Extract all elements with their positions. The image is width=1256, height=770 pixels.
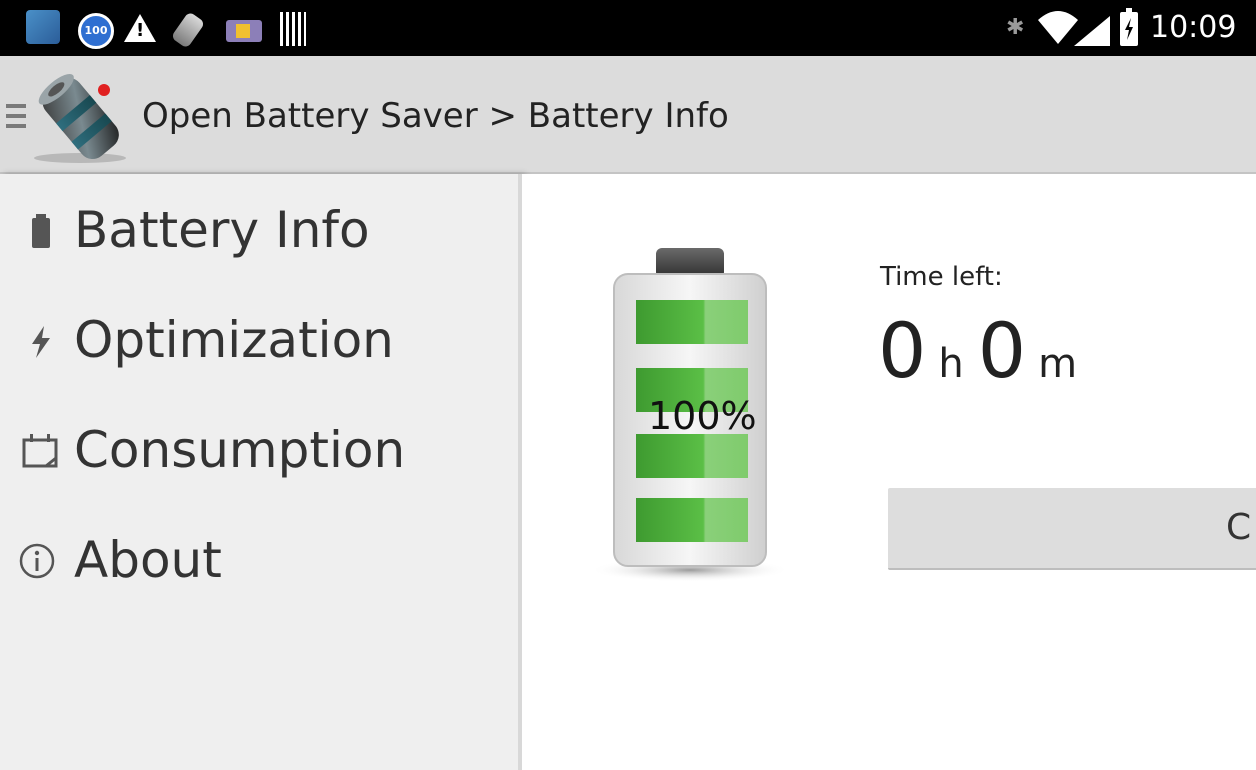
nav-item-label: Consumption (74, 421, 406, 479)
nav-item-label: Battery Info (74, 201, 370, 259)
minutes-value: 0 (977, 306, 1027, 395)
drawer-indicator-icon[interactable] (6, 104, 26, 130)
badge-100-icon: 100 (78, 13, 114, 49)
nav-item-label: Optimization (74, 311, 394, 369)
info-icon (19, 543, 55, 579)
action-button-label: C (1226, 507, 1252, 548)
status-bar: 100 ✱ 10:09 (0, 0, 1256, 56)
nav-item-optimization[interactable]: Optimization (18, 294, 498, 384)
page-title: Open Battery Saver > Battery Info (142, 96, 729, 136)
action-button[interactable]: C (888, 488, 1256, 570)
battery-icon (32, 214, 50, 248)
battery-charging-icon (1120, 8, 1138, 46)
battery-info-panel: 100% Time left: 0h0m C (522, 174, 1256, 770)
photos-icon (26, 10, 60, 44)
time-left-label: Time left: (880, 262, 1003, 292)
battery-tilted-icon (170, 11, 206, 49)
clock: 10:09 (1150, 10, 1237, 45)
nav-item-about[interactable]: About (18, 514, 498, 604)
lightning-icon (32, 326, 50, 358)
hours-unit: h (938, 341, 964, 387)
calendar-icon (22, 434, 58, 468)
nav-item-battery-info[interactable]: Battery Info (18, 184, 498, 274)
battery-cell (636, 300, 748, 344)
nav-item-consumption[interactable]: Consumption (18, 404, 498, 494)
time-left-value: 0h0m (878, 308, 1091, 407)
action-bar: Open Battery Saver > Battery Info (0, 56, 1256, 174)
parking-icon (226, 20, 262, 42)
battery-cylinder-logo[interactable] (30, 68, 134, 164)
signal-icon (1074, 16, 1110, 46)
hours-value: 0 (878, 306, 927, 395)
warning-icon (124, 14, 156, 42)
battery-cell (636, 498, 748, 542)
minutes-unit: m (1038, 341, 1078, 387)
barcode-icon (280, 12, 306, 46)
battery-percent: 100% (648, 394, 757, 438)
navigation-drawer: Battery Info Optimization Consumption Ab… (0, 174, 522, 770)
battery-cell (636, 434, 748, 478)
nav-item-label: About (74, 531, 222, 589)
bluetooth-icon: ✱ (1006, 15, 1025, 40)
